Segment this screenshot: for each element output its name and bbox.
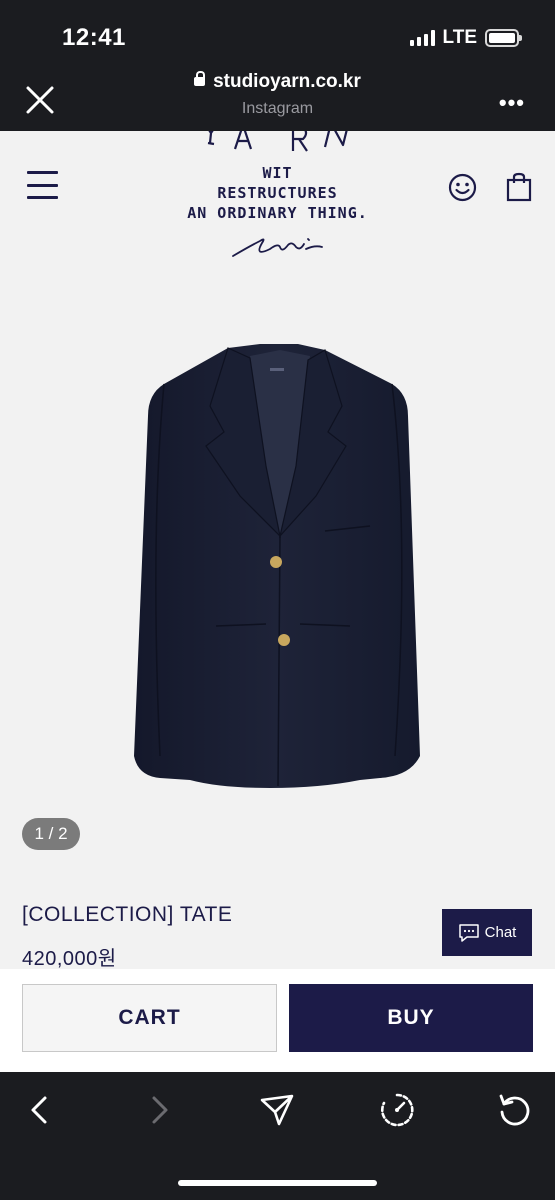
- browser-source-label: Instagram: [241, 100, 314, 117]
- url-text: studioyarn.co.kr: [213, 71, 361, 92]
- signature-icon: [232, 238, 323, 257]
- product-price: 420,000원: [22, 948, 117, 970]
- image-pager: 1 / 2: [22, 818, 80, 850]
- reload-icon[interactable]: [497, 1092, 533, 1128]
- home-indicator[interactable]: [178, 1180, 377, 1186]
- in-app-browser-header: studioyarn.co.kr Instagram •••: [0, 71, 555, 131]
- url-display: studioyarn.co.kr: [0, 71, 555, 93]
- buy-button[interactable]: BUY: [289, 984, 533, 1052]
- share-icon[interactable]: [259, 1092, 295, 1128]
- status-time: 12:41: [62, 24, 126, 51]
- smiley-icon[interactable]: [448, 173, 477, 202]
- purchase-bar: CART BUY: [0, 969, 555, 1072]
- lock-icon: [194, 71, 206, 86]
- yarn-logo[interactable]: [195, 131, 365, 159]
- product-title: [COLLECTION] TATE: [22, 903, 233, 926]
- more-icon[interactable]: •••: [499, 90, 525, 116]
- speedometer-icon[interactable]: [379, 1092, 415, 1128]
- chevron-right-icon[interactable]: [141, 1092, 177, 1128]
- chat-label: Chat: [484, 924, 517, 941]
- battery-icon: [485, 29, 522, 47]
- chat-button[interactable]: Chat: [442, 909, 532, 956]
- product-page: WIT RESTRUCTURES AN ORDINARY THING. 1 / …: [0, 131, 555, 1072]
- status-indicators: LTE: [409, 27, 522, 49]
- product-image[interactable]: [120, 336, 435, 791]
- tagline-line-3: AN ORDINARY THING.: [187, 204, 368, 222]
- shopping-bag-icon[interactable]: [506, 172, 532, 202]
- status-bar: 12:41 LTE: [0, 0, 555, 74]
- signal-icon: [409, 30, 435, 46]
- network-type: LTE: [442, 27, 477, 48]
- chevron-left-icon[interactable]: [22, 1092, 58, 1128]
- chat-bubble-icon: [458, 923, 479, 942]
- cart-button[interactable]: CART: [22, 984, 277, 1052]
